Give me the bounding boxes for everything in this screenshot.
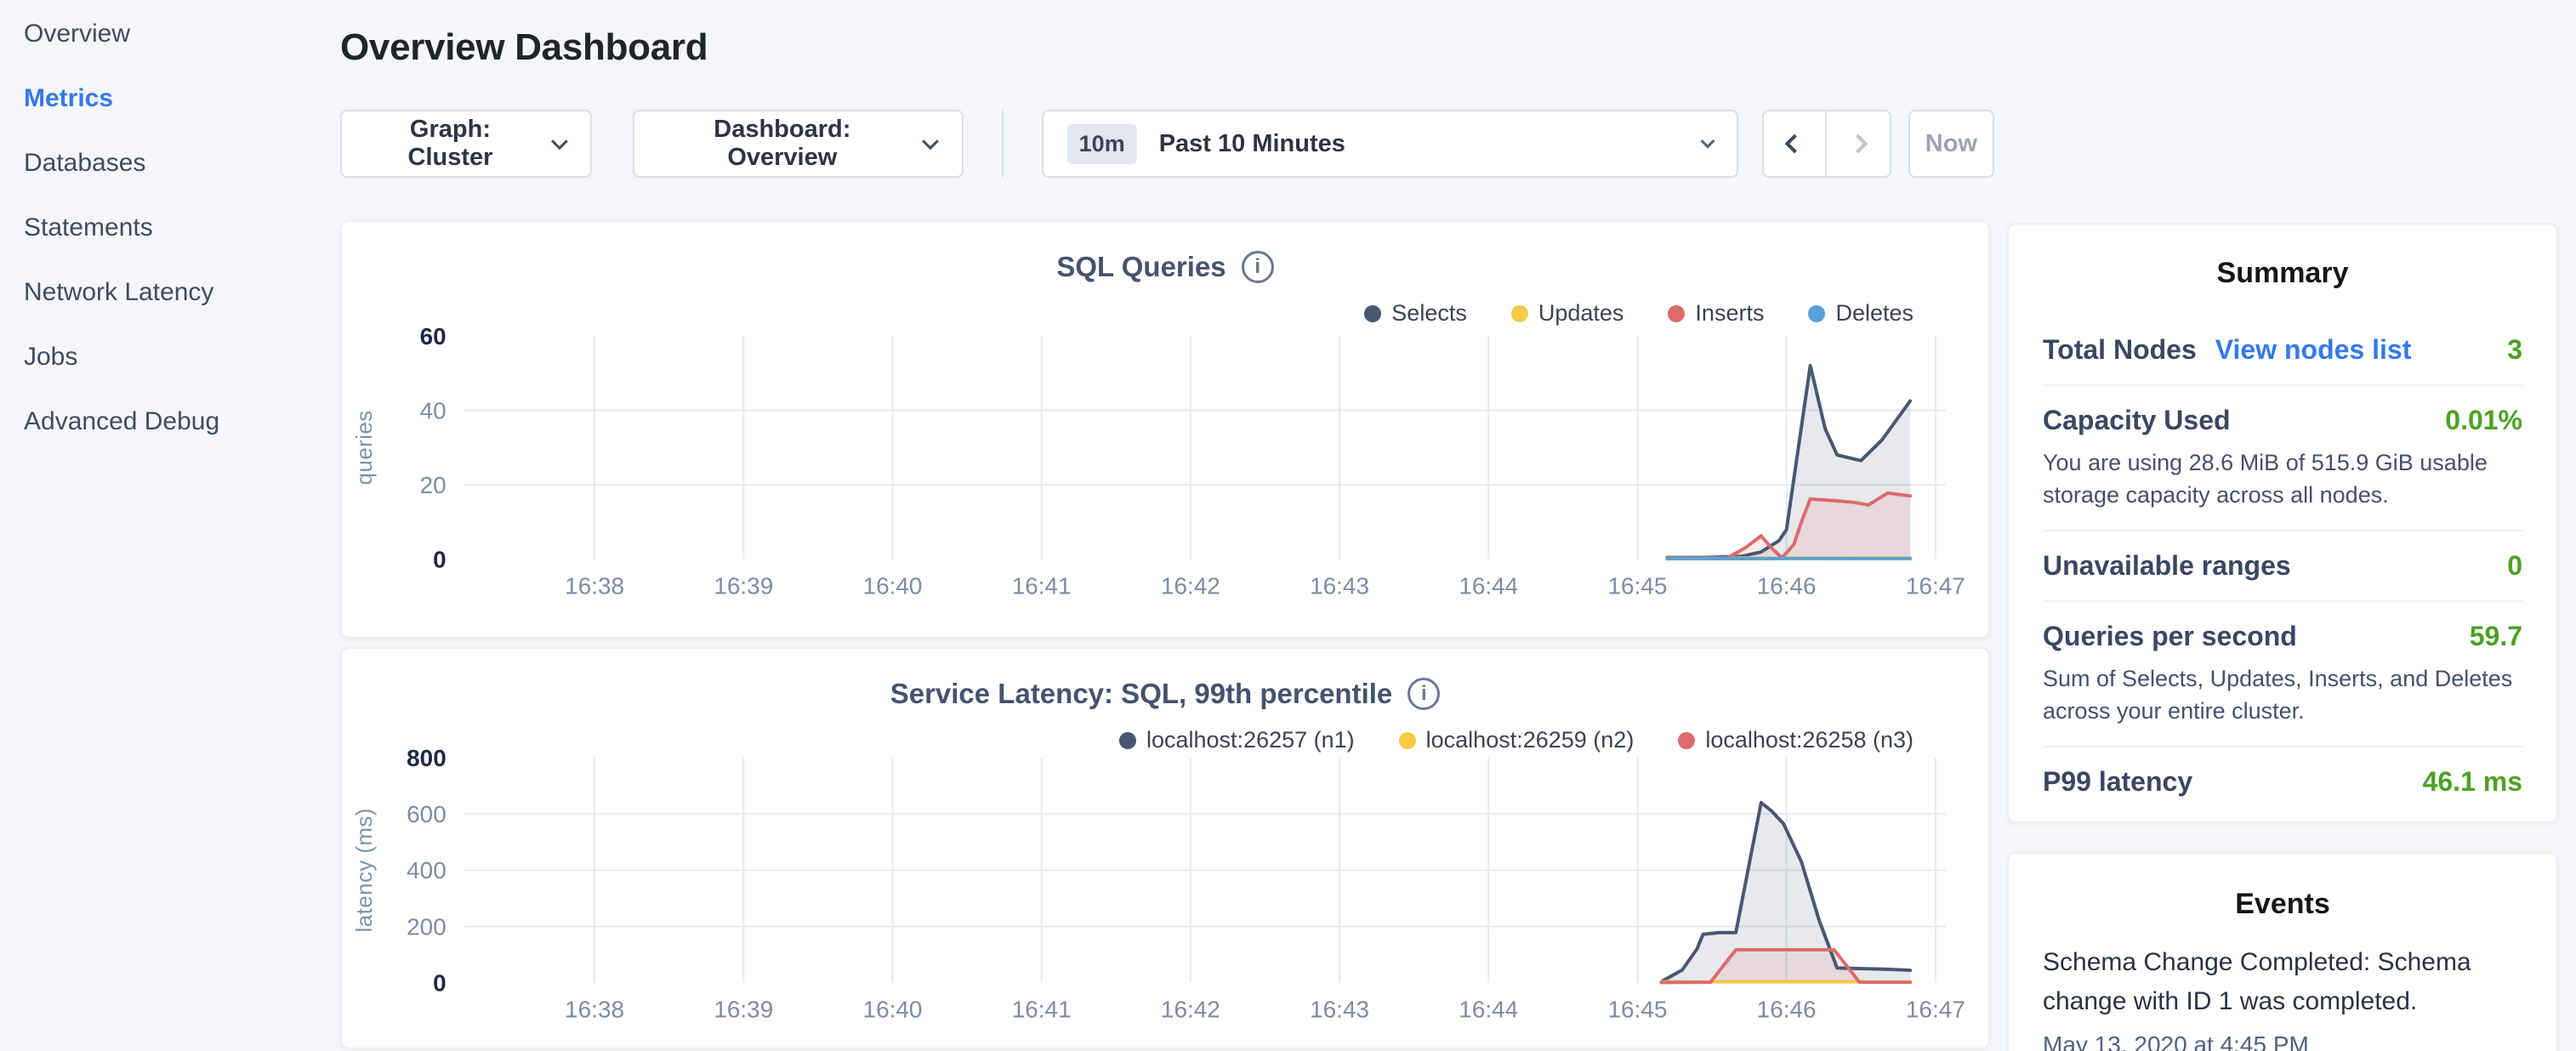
sql-queries-chart-card: SQL Queries i Selects Updates Inserts De… — [340, 220, 1990, 639]
time-window-dropdown[interactable]: 10m Past 10 Minutes — [1042, 110, 1738, 178]
svg-text:queries: queries — [353, 410, 377, 485]
svg-text:16:40: 16:40 — [863, 572, 923, 599]
summary-label: Capacity Used — [2043, 405, 2231, 436]
sidebar-item-metrics[interactable]: Metrics — [24, 86, 340, 111]
chevron-left-icon — [1784, 134, 1804, 154]
chevron-down-icon — [922, 133, 939, 150]
svg-text:16:39: 16:39 — [714, 996, 773, 1022]
view-nodes-list-link[interactable]: View nodes list — [2215, 334, 2412, 366]
main-content: Overview Dashboard Graph: Cluster Dashbo… — [340, 0, 1994, 1049]
summary-value: 0 — [2507, 550, 2522, 582]
svg-text:latency (ms): latency (ms) — [353, 808, 377, 932]
svg-text:16:45: 16:45 — [1608, 572, 1668, 599]
svg-text:400: 400 — [407, 857, 446, 883]
svg-text:16:46: 16:46 — [1757, 572, 1817, 599]
svg-text:16:45: 16:45 — [1608, 996, 1668, 1022]
chevron-right-icon — [1848, 134, 1868, 154]
svg-text:16:42: 16:42 — [1161, 996, 1220, 1022]
graph-scope-label: Graph: Cluster — [367, 116, 533, 172]
page-title: Overview Dashboard — [340, 26, 1994, 69]
dashboard-dropdown[interactable]: Dashboard: Overview — [633, 110, 963, 178]
summary-label: P99 latency — [2043, 766, 2192, 798]
svg-text:800: 800 — [407, 745, 446, 771]
time-pager — [1762, 110, 1891, 178]
svg-text:16:38: 16:38 — [565, 996, 624, 1022]
svg-text:16:47: 16:47 — [1906, 572, 1965, 599]
event-timestamp: May 13, 2020 at 4:45 PM — [2043, 1031, 2522, 1051]
svg-text:16:38: 16:38 — [565, 572, 624, 599]
service-latency-chart-card: Service Latency: SQL, 99th percentile i … — [340, 647, 1990, 1049]
sidebar-item-databases[interactable]: Databases — [24, 151, 340, 176]
summary-label: Total Nodes — [2043, 334, 2197, 366]
sidebar-item-advanced-debug[interactable]: Advanced Debug — [24, 409, 340, 435]
events-panel: Events Schema Change Completed: Schema c… — [2007, 852, 2558, 1051]
svg-text:20: 20 — [420, 472, 446, 498]
summary-description: Sum of Selects, Updates, Inserts, and De… — [2043, 662, 2522, 727]
summary-row-unavailable-ranges: Unavailable ranges 0 — [2043, 530, 2522, 600]
sidebar-item-overview[interactable]: Overview — [24, 21, 340, 47]
summary-row-p99-latency: P99 latency 46.1 ms — [2043, 746, 2522, 816]
summary-panel: Summary Total Nodes View nodes list 3 Ca… — [2007, 223, 2558, 823]
event-text: Schema Change Completed: Schema change w… — [2043, 943, 2522, 1021]
svg-text:16:40: 16:40 — [863, 996, 923, 1022]
summary-value: 0.01% — [2445, 405, 2522, 436]
events-title: Events — [2043, 888, 2522, 921]
svg-text:16:44: 16:44 — [1459, 996, 1518, 1022]
svg-text:200: 200 — [407, 913, 446, 940]
svg-text:16:43: 16:43 — [1310, 572, 1369, 599]
now-button[interactable]: Now — [1908, 110, 1994, 178]
chevron-down-icon — [551, 133, 567, 149]
sidebar-item-jobs[interactable]: Jobs — [24, 344, 340, 370]
sidebar-item-statements[interactable]: Statements — [24, 215, 340, 241]
summary-row-total-nodes: Total Nodes View nodes list 3 — [2043, 315, 2522, 384]
svg-text:40: 40 — [420, 398, 446, 424]
summary-description: You are using 28.6 MiB of 515.9 GiB usab… — [2043, 446, 2522, 511]
svg-text:16:41: 16:41 — [1012, 572, 1072, 599]
svg-text:16:43: 16:43 — [1310, 996, 1369, 1022]
summary-label: Queries per second — [2043, 621, 2297, 652]
controls-divider — [1002, 110, 1004, 178]
svg-text:16:46: 16:46 — [1757, 996, 1817, 1022]
svg-text:16:47: 16:47 — [1906, 996, 1965, 1022]
sql-queries-line-chart[interactable]: 0 20 40 60 16:38 16:39 16:40 16:41 16:42 16:43 16:… — [342, 222, 1988, 637]
summary-value: 46.1 ms — [2423, 766, 2522, 798]
summary-row-queries-per-second: Queries per second 59.7 Sum of Selects, … — [2043, 600, 2522, 746]
svg-text:0: 0 — [433, 970, 446, 997]
summary-title: Summary — [2043, 257, 2522, 290]
svg-text:600: 600 — [407, 801, 446, 827]
summary-value: 59.7 — [2470, 621, 2522, 652]
svg-text:0: 0 — [433, 547, 446, 573]
graph-scope-dropdown[interactable]: Graph: Cluster — [340, 110, 592, 178]
summary-label: Unavailable ranges — [2043, 550, 2291, 582]
svg-text:16:39: 16:39 — [714, 572, 773, 599]
summary-value: 3 — [2507, 334, 2522, 366]
svg-text:16:42: 16:42 — [1161, 572, 1220, 599]
summary-row-capacity-used: Capacity Used 0.01% You are using 28.6 M… — [2043, 384, 2522, 530]
dashboard-dropdown-label: Dashboard: Overview — [660, 116, 904, 172]
service-latency-line-chart[interactable]: 0 200 400 600 800 16:38 16:39 16:40 16:41 16:42 16… — [342, 649, 1988, 1048]
time-back-button[interactable] — [1762, 110, 1827, 178]
time-window-badge: 10m — [1067, 124, 1137, 164]
svg-text:16:41: 16:41 — [1012, 996, 1072, 1022]
svg-text:16:44: 16:44 — [1459, 572, 1518, 599]
time-window-label: Past 10 Minutes — [1159, 130, 1345, 158]
chevron-down-icon — [1700, 134, 1714, 149]
sidebar: Overview Metrics Databases Statements Ne… — [0, 0, 340, 1051]
sidebar-item-network-latency[interactable]: Network Latency — [24, 280, 340, 305]
svg-text:60: 60 — [420, 323, 446, 349]
dashboard-controls: Graph: Cluster Dashboard: Overview 10m P… — [340, 110, 1994, 178]
time-forward-button[interactable] — [1827, 110, 1891, 178]
